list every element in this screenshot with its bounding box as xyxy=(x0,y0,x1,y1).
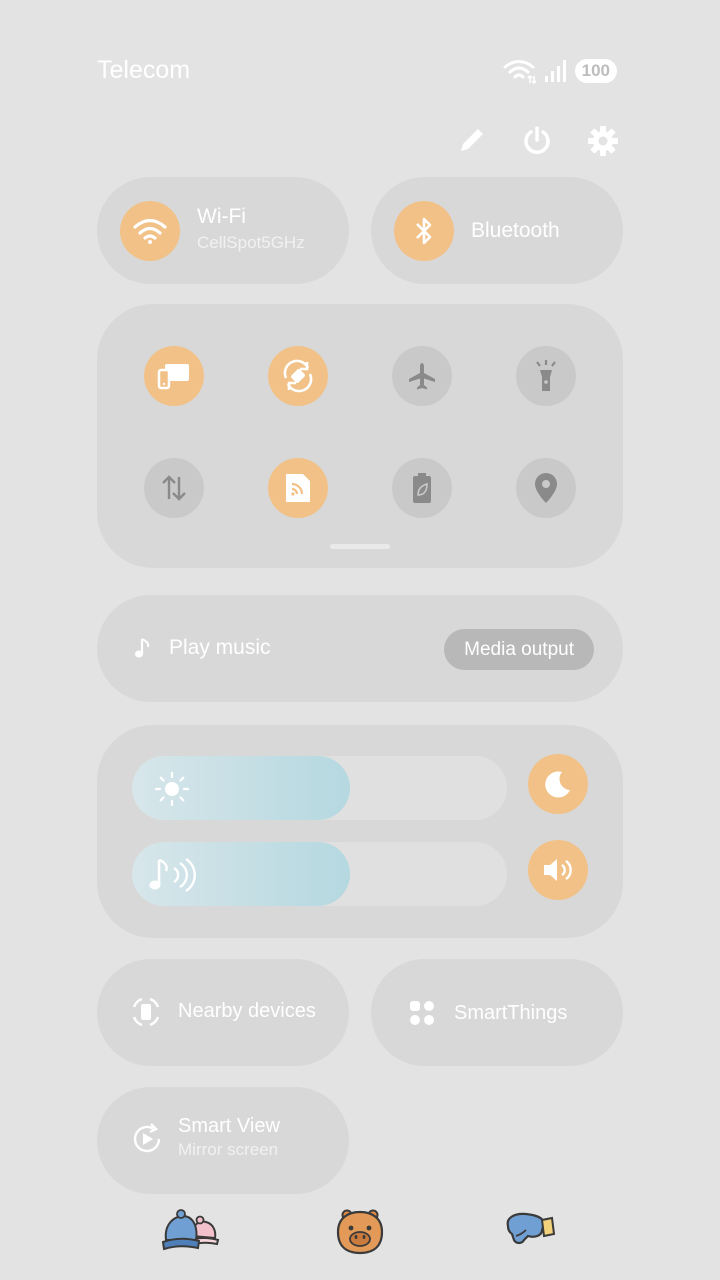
music-note-icon xyxy=(135,638,150,658)
mitten-icon[interactable] xyxy=(504,1210,558,1257)
smartthings-tile[interactable]: SmartThings xyxy=(371,959,623,1066)
capybara-icon[interactable] xyxy=(334,1208,386,1261)
devices-icon[interactable] xyxy=(144,346,204,406)
moon-icon[interactable] xyxy=(528,754,588,814)
smartthings-label: SmartThings xyxy=(454,1002,568,1024)
speaker-icon[interactable] xyxy=(528,840,588,900)
wifi-title: Wi-Fi xyxy=(197,205,246,228)
power-icon[interactable] xyxy=(517,121,557,161)
wifi-status-icon xyxy=(503,60,537,84)
carrier-name: Telecom xyxy=(97,56,191,84)
volume-slider[interactable] xyxy=(132,842,507,906)
media-output-button[interactable]: Media output xyxy=(444,629,594,670)
smart-view-title: Smart View xyxy=(178,1115,280,1137)
airplane-icon[interactable] xyxy=(392,346,452,406)
bluetooth-tile[interactable]: Bluetooth xyxy=(371,177,623,284)
data-arrows-icon[interactable] xyxy=(144,458,204,518)
battery-leaf-icon[interactable] xyxy=(392,458,452,518)
music-note-icon xyxy=(149,857,196,893)
signal-icon xyxy=(544,60,566,82)
bluetooth-icon[interactable] xyxy=(394,201,454,261)
media-tile[interactable]: Play music Media output xyxy=(97,595,623,702)
bluetooth-label: Bluetooth xyxy=(471,219,560,242)
rotate-icon[interactable] xyxy=(268,346,328,406)
battery-icon: 100 xyxy=(574,59,617,83)
wifi-icon[interactable] xyxy=(120,201,180,261)
wifi-tile[interactable]: Wi-Fi CellSpot5GHz xyxy=(97,177,349,284)
quick-toggles-panel xyxy=(97,304,623,568)
location-pin-icon[interactable] xyxy=(516,458,576,518)
hats-icon[interactable] xyxy=(160,1206,220,1261)
nearby-devices-label: Nearby devices xyxy=(178,1000,316,1022)
sun-icon xyxy=(154,771,190,807)
brightness-slider[interactable] xyxy=(132,756,507,820)
edit-icon[interactable] xyxy=(451,121,491,161)
status-icons: 100 xyxy=(503,58,617,84)
nearby-devices-tile[interactable]: Nearby devices xyxy=(97,959,349,1066)
flashlight-icon[interactable] xyxy=(516,346,576,406)
smart-view-icon xyxy=(133,1123,161,1153)
play-music-label: Play music xyxy=(169,636,271,659)
smartthings-icon xyxy=(410,1001,434,1025)
cast-icon[interactable] xyxy=(268,458,328,518)
sliders-panel xyxy=(97,725,623,938)
smart-view-subtitle: Mirror screen xyxy=(178,1140,279,1159)
nearby-devices-icon xyxy=(132,997,160,1027)
panel-drag-handle[interactable] xyxy=(330,544,390,549)
settings-icon[interactable] xyxy=(583,121,623,161)
wifi-network-name: CellSpot5GHz xyxy=(197,233,305,252)
smart-view-tile[interactable]: Smart View Mirror screen xyxy=(97,1087,349,1194)
